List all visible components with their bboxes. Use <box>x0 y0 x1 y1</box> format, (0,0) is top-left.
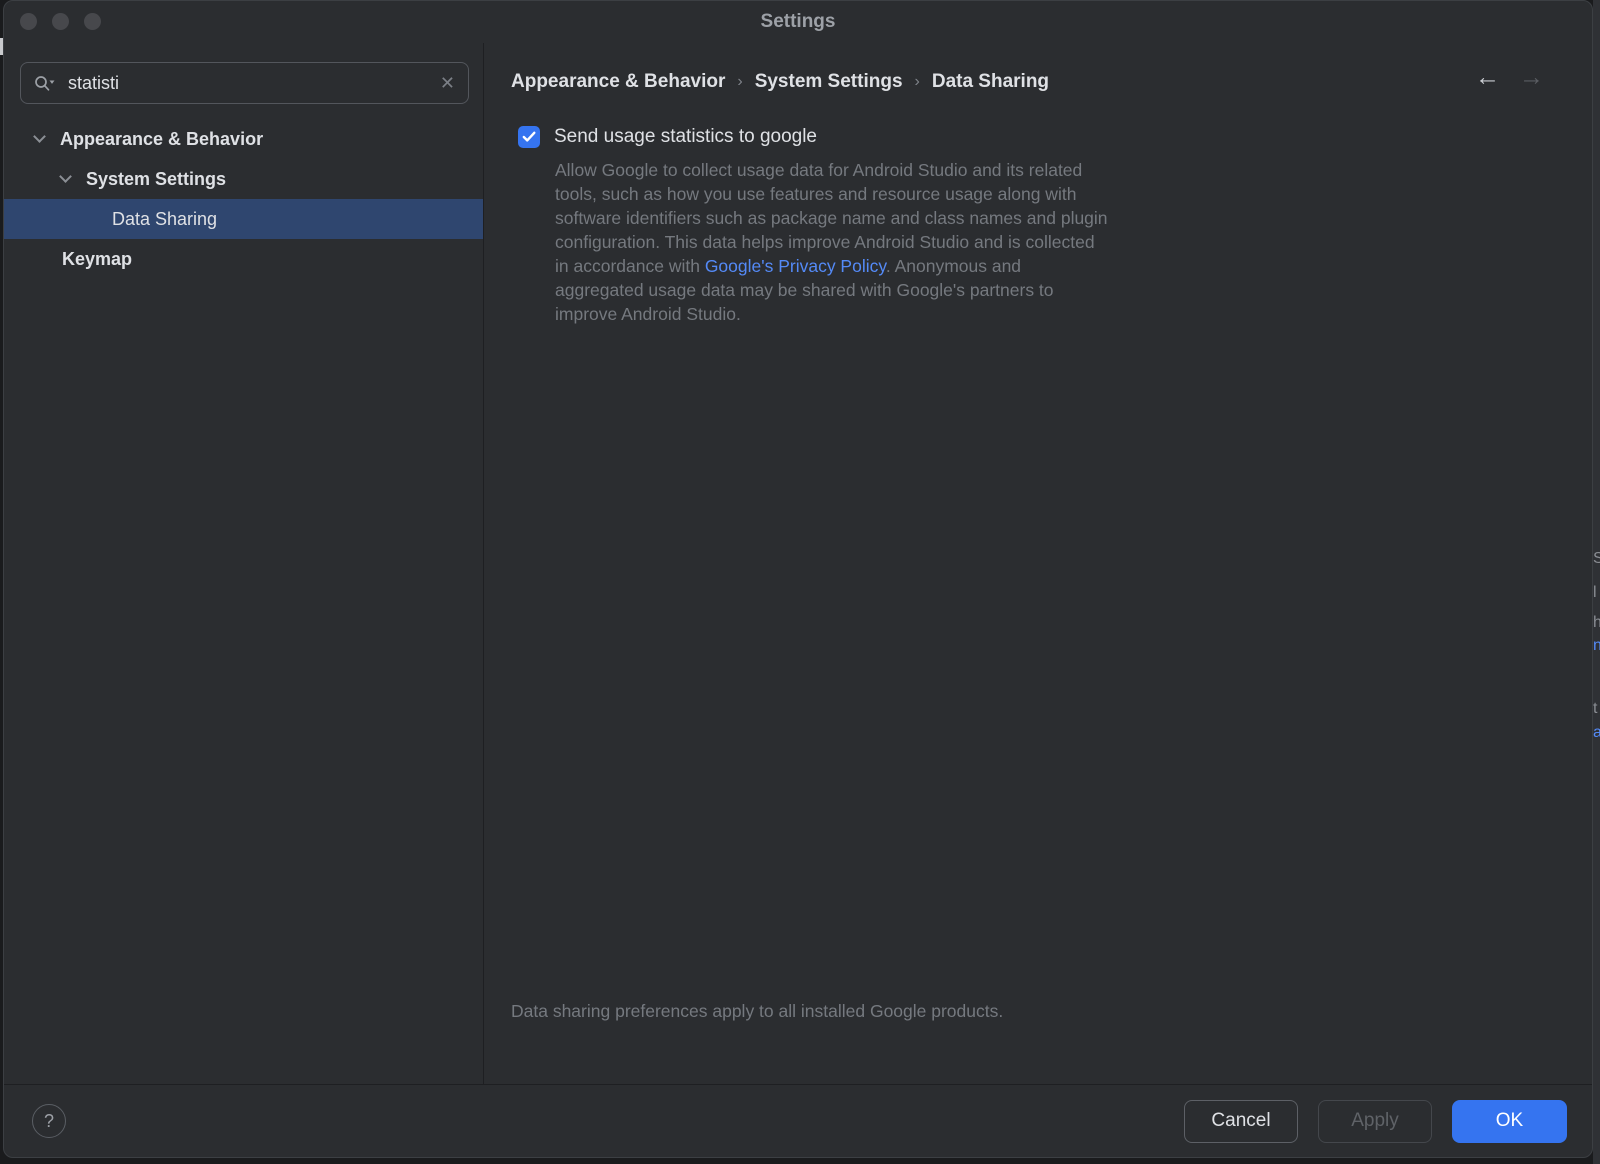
description-line: software identifiers such as package nam… <box>555 206 1592 230</box>
search-input[interactable] <box>66 72 440 95</box>
clipped-text-fragment: h <box>1593 614 1600 632</box>
zoom-window-button[interactable] <box>84 13 101 30</box>
send-usage-statistics-option[interactable]: Send usage statistics to google <box>518 126 1592 148</box>
breadcrumb-separator-icon: › <box>737 73 742 91</box>
breadcrumb-item-appearance-behavior[interactable]: Appearance & Behavior <box>511 71 725 93</box>
background-window-sliver: S l h n t a <box>1593 0 1600 1164</box>
description-line: improve Android Studio. <box>555 302 1592 326</box>
description-text: . Anonymous and <box>886 256 1021 276</box>
description-line: aggregated usage data may be shared with… <box>555 278 1592 302</box>
tree-item-system-settings[interactable]: System Settings <box>4 159 483 199</box>
close-window-button[interactable] <box>20 13 37 30</box>
chevron-down-icon[interactable] <box>33 130 46 143</box>
dialog-buttons: Cancel Apply OK <box>1184 1100 1567 1143</box>
window-controls <box>20 13 101 30</box>
send-usage-statistics-label: Send usage statistics to google <box>554 126 817 148</box>
clipped-link-fragment: a <box>1593 724 1600 742</box>
send-usage-statistics-checkbox[interactable] <box>518 126 540 148</box>
help-button[interactable]: ? <box>32 1104 66 1138</box>
chevron-down-icon[interactable] <box>59 170 72 183</box>
settings-dialog: Settings ✕ Appearance & Behavior <box>3 0 1593 1158</box>
dialog-body: ✕ Appearance & Behavior System Settings … <box>4 43 1592 1084</box>
tree-item-appearance-behavior[interactable]: Appearance & Behavior <box>4 119 483 159</box>
tree-item-keymap[interactable]: Keymap <box>4 239 483 279</box>
privacy-policy-link[interactable]: Google's Privacy Policy <box>705 256 886 276</box>
description-line: Allow Google to collect usage data for A… <box>555 158 1592 182</box>
option-description: Allow Google to collect usage data for A… <box>555 158 1592 326</box>
title-bar: Settings <box>4 1 1592 43</box>
breadcrumb-item-system-settings[interactable]: System Settings <box>755 71 903 93</box>
tree-item-data-sharing[interactable]: Data Sharing <box>4 199 483 239</box>
description-line: tools, such as how you use features and … <box>555 182 1592 206</box>
breadcrumb-separator-icon: › <box>915 73 920 91</box>
clipped-text-fragment: t <box>1593 700 1597 718</box>
clear-search-icon[interactable]: ✕ <box>440 74 455 92</box>
settings-tree: Appearance & Behavior System Settings Da… <box>4 119 483 279</box>
tree-item-label: Data Sharing <box>112 209 217 230</box>
tree-item-label: Appearance & Behavior <box>60 129 263 150</box>
description-text: in accordance with <box>555 256 705 276</box>
question-mark-icon: ? <box>44 1111 54 1132</box>
forward-arrow-icon: → <box>1519 65 1544 90</box>
history-navigation: ← → <box>1475 65 1544 90</box>
description-line: configuration. This data helps improve A… <box>555 230 1592 254</box>
clipped-text-fragment: l <box>1593 584 1597 602</box>
tree-item-label: System Settings <box>86 169 226 190</box>
clipped-link-fragment: n <box>1593 637 1600 655</box>
breadcrumb-item-data-sharing[interactable]: Data Sharing <box>932 71 1049 93</box>
checkmark-icon <box>522 131 536 143</box>
clipped-text-fragment: S <box>1593 550 1600 568</box>
settings-search-box[interactable]: ✕ <box>20 62 469 104</box>
data-sharing-footnote: Data sharing preferences apply to all in… <box>511 1001 1592 1022</box>
settings-content-panel: Appearance & Behavior › System Settings … <box>484 43 1592 1084</box>
cancel-button[interactable]: Cancel <box>1184 1100 1298 1143</box>
apply-button: Apply <box>1318 1100 1432 1143</box>
ok-button[interactable]: OK <box>1452 1100 1567 1143</box>
description-line: in accordance with Google's Privacy Poli… <box>555 254 1592 278</box>
minimize-window-button[interactable] <box>52 13 69 30</box>
dialog-footer: ? Cancel Apply OK <box>4 1084 1592 1157</box>
window-title: Settings <box>761 11 836 33</box>
search-icon <box>34 75 56 92</box>
tree-item-label: Keymap <box>62 249 132 270</box>
breadcrumb: Appearance & Behavior › System Settings … <box>511 71 1592 93</box>
back-arrow-icon[interactable]: ← <box>1475 65 1500 90</box>
settings-sidebar: ✕ Appearance & Behavior System Settings … <box>4 43 484 1084</box>
